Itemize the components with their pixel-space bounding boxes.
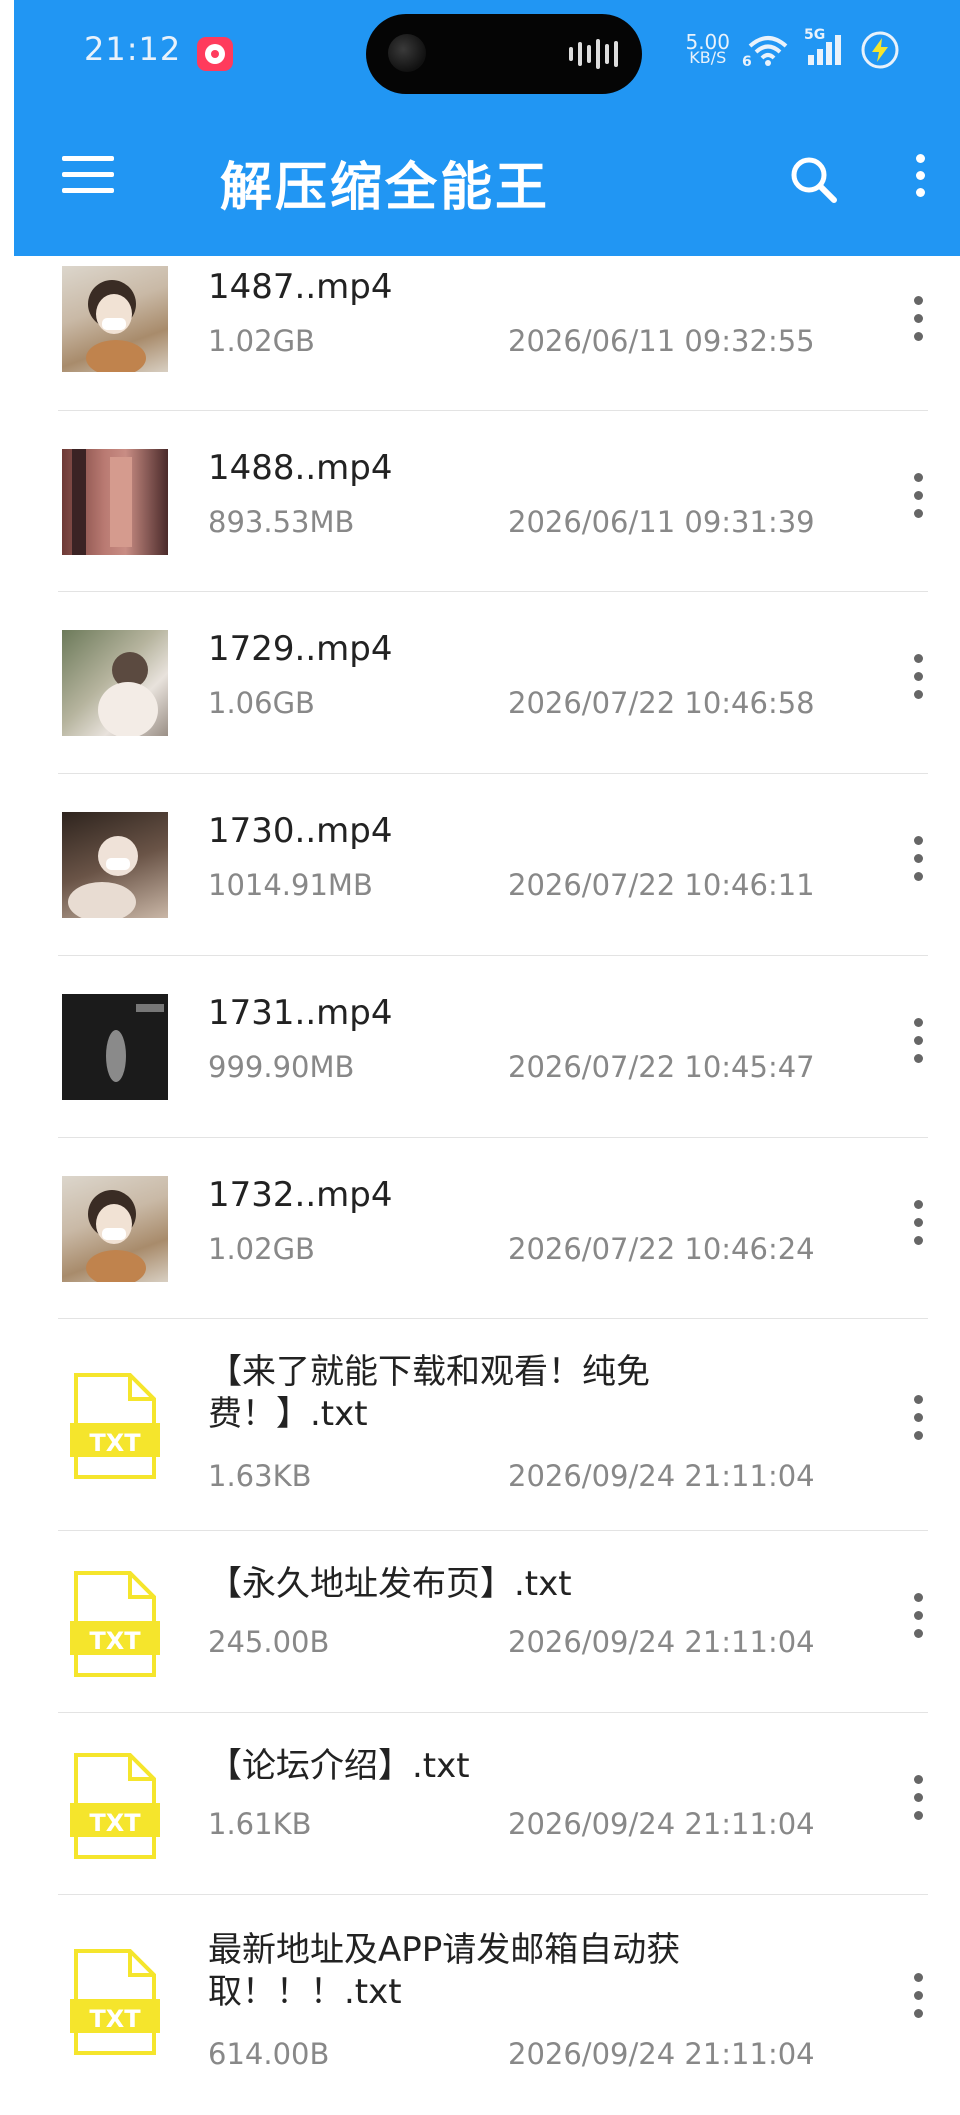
row-more-icon[interactable] [908, 1973, 928, 2033]
menu-icon[interactable] [62, 156, 114, 196]
file-date: 2026/06/11 09:31:39 [508, 505, 815, 539]
battery-charging-icon [860, 30, 900, 70]
video-thumbnail [62, 266, 168, 372]
file-row[interactable]: TXT 【来了就能下载和观看！纯免费！】.txt 1.63KB 2026/09/… [58, 1319, 928, 1531]
search-icon[interactable] [788, 154, 840, 206]
audio-wave-icon [569, 38, 618, 70]
file-size: 999.90MB [208, 1050, 355, 1084]
txt-icon-label: TXT [89, 2005, 141, 2033]
file-name: 1732..mp4 [208, 1175, 393, 1215]
wifi-badge: 6 [742, 54, 752, 70]
file-date: 2026/09/24 21:11:04 [508, 1625, 815, 1659]
file-name: 【论坛介绍】.txt [208, 1746, 470, 1786]
row-more-icon[interactable] [908, 836, 928, 896]
file-size: 1.61KB [208, 1807, 312, 1841]
file-row[interactable]: 1732..mp4 1.02GB 2026/07/22 10:46:24 [58, 1138, 928, 1319]
file-date: 2026/07/22 10:46:11 [508, 868, 815, 902]
file-row[interactable]: 1487..mp4 1.02GB 2026/06/11 09:32:55 [58, 256, 928, 411]
dynamic-island [366, 14, 642, 94]
signal-icon: 5G [804, 27, 844, 67]
wifi-icon: 6 [742, 34, 790, 70]
file-name: 最新地址及APP请发邮箱自动获取！！！.txt [208, 1930, 681, 2012]
file-row[interactable]: TXT 【论坛介绍】.txt 1.61KB 2026/09/24 21:11:0… [58, 1713, 928, 1895]
row-more-icon[interactable] [908, 473, 928, 533]
file-name: 【来了就能下载和观看！纯免费！】.txt [208, 1352, 650, 1434]
video-thumbnail [62, 812, 168, 918]
net-speed: 5.00 KB/S [685, 32, 730, 67]
net-speed-unit: KB/S [689, 48, 727, 67]
file-date: 2026/09/24 21:11:04 [508, 1459, 815, 1493]
file-row[interactable]: 1731..mp4 999.90MB 2026/07/22 10:45:47 [58, 956, 928, 1138]
app-title: 解压缩全能王 [220, 158, 551, 218]
camera-icon [388, 34, 426, 72]
file-name: 1487..mp4 [208, 267, 393, 307]
file-date: 2026/09/24 21:11:04 [508, 1807, 815, 1841]
notification-app-icon [197, 37, 233, 71]
file-name: 1729..mp4 [208, 629, 393, 669]
txt-file-icon: TXT [70, 1751, 160, 1861]
file-date: 2026/09/24 21:11:04 [508, 2037, 815, 2071]
row-more-icon[interactable] [908, 654, 928, 714]
file-name: 1731..mp4 [208, 993, 393, 1033]
row-more-icon[interactable] [908, 1018, 928, 1078]
txt-file-icon: TXT [70, 1947, 160, 2057]
file-row[interactable]: 1730..mp4 1014.91MB 2026/07/22 10:46:11 [58, 774, 928, 956]
video-thumbnail [62, 994, 168, 1100]
file-size: 1.06GB [208, 686, 315, 720]
file-size: 1014.91MB [208, 868, 373, 902]
file-row[interactable]: 1488..mp4 893.53MB 2026/06/11 09:31:39 [58, 411, 928, 592]
row-more-icon[interactable] [908, 1593, 928, 1653]
file-date: 2026/07/22 10:45:47 [508, 1050, 815, 1084]
file-name: 【永久地址发布页】.txt [208, 1564, 572, 1604]
file-row[interactable]: TXT 【永久地址发布页】.txt 245.00B 2026/09/24 21:… [58, 1531, 928, 1713]
txt-icon-label: TXT [89, 1809, 141, 1837]
txt-file-icon: TXT [70, 1569, 160, 1679]
file-name: 1730..mp4 [208, 811, 393, 851]
file-size: 893.53MB [208, 505, 355, 539]
file-date: 2026/07/22 10:46:58 [508, 686, 815, 720]
video-thumbnail [62, 630, 168, 736]
video-thumbnail [62, 449, 168, 555]
overflow-menu-icon[interactable] [910, 154, 930, 206]
row-more-icon[interactable] [908, 1200, 928, 1260]
txt-file-icon: TXT [70, 1371, 160, 1481]
status-icons: 5.00 KB/S 6 5G [685, 27, 900, 70]
file-date: 2026/06/11 09:32:55 [508, 324, 815, 358]
video-thumbnail [62, 1176, 168, 1282]
file-size: 1.02GB [208, 324, 315, 358]
app-bar: 21:12 5.00 KB/S 6 5G 解压缩全能王 [14, 0, 960, 256]
file-size: 245.00B [208, 1625, 330, 1659]
file-name: 1488..mp4 [208, 448, 393, 488]
file-list: 1487..mp4 1.02GB 2026/06/11 09:32:55 148… [0, 256, 960, 2115]
row-more-icon[interactable] [908, 1775, 928, 1835]
file-size: 1.63KB [208, 1459, 312, 1493]
file-row[interactable]: 1729..mp4 1.06GB 2026/07/22 10:46:58 [58, 592, 928, 774]
signal-label: 5G [804, 27, 826, 43]
file-date: 2026/07/22 10:46:24 [508, 1232, 815, 1266]
txt-icon-label: TXT [89, 1627, 141, 1655]
file-size: 614.00B [208, 2037, 330, 2071]
file-row[interactable]: TXT 最新地址及APP请发邮箱自动获取！！！.txt 614.00B 2026… [58, 1895, 928, 2115]
status-time: 21:12 [84, 30, 182, 68]
row-more-icon[interactable] [908, 1395, 928, 1455]
file-size: 1.02GB [208, 1232, 315, 1266]
row-more-icon[interactable] [908, 296, 928, 356]
txt-icon-label: TXT [89, 1429, 141, 1457]
